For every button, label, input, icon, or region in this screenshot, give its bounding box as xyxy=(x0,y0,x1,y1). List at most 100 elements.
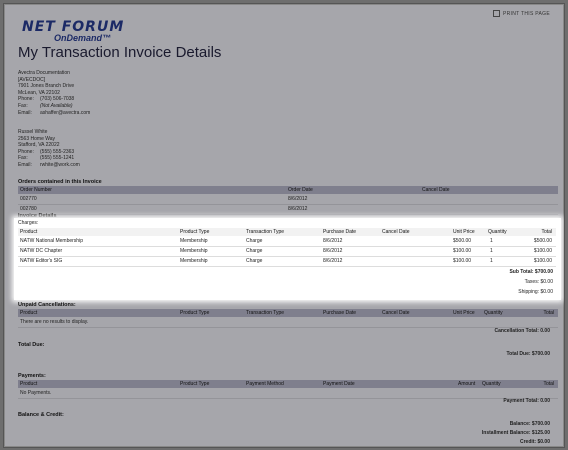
unit-price: $100.00 xyxy=(453,258,472,264)
col-transaction-type[interactable]: Transaction Type xyxy=(246,310,284,316)
orders-title: Orders contained in this Invoice xyxy=(18,179,102,185)
order-number[interactable]: 002770 xyxy=(20,196,37,202)
quantity: 1 xyxy=(490,258,493,264)
table-row: 002780 8/6/2012 xyxy=(18,205,558,215)
col-order-number[interactable]: Order Number xyxy=(20,187,52,193)
col-quantity[interactable]: Quantity xyxy=(482,381,501,387)
person-email[interactable]: rwhite@work.com xyxy=(40,162,80,168)
print-label: PRINT THIS PAGE xyxy=(502,10,550,17)
subtotal: Sub Total: $700.00 xyxy=(509,269,553,275)
col-quantity[interactable]: Quantity xyxy=(488,229,507,235)
payment-total: Payment Total: 0.00 xyxy=(503,398,550,404)
orders-header: Order Number Order Date Cancel Date xyxy=(18,186,558,194)
col-product-type[interactable]: Product Type xyxy=(180,229,209,235)
transaction-type: Charge xyxy=(246,248,263,254)
org-code: [AVECDOC] xyxy=(18,76,46,83)
col-order-date[interactable]: Order Date xyxy=(288,187,313,193)
order-date: 8/6/2012 xyxy=(288,196,308,202)
balance-title: Balance & Credit: xyxy=(18,412,64,418)
transaction-type: Charge xyxy=(246,258,263,264)
org-city: McLean, VA 22102 xyxy=(18,89,60,96)
payments-title: Payments: xyxy=(18,373,46,379)
col-cancel-date[interactable]: Cancel Date xyxy=(422,187,450,193)
netforum-logo: NET FORUM OnDemand™ xyxy=(22,20,124,43)
order-number[interactable]: 002780 xyxy=(20,206,37,212)
order-date: 8/6/2012 xyxy=(288,206,308,212)
person-phone-label: Phone: xyxy=(18,148,34,155)
due-title: Total Due: xyxy=(18,342,45,348)
col-quantity[interactable]: Quantity xyxy=(484,310,503,316)
print-link[interactable]: PRINT THIS PAGE xyxy=(492,10,550,17)
payments-header: Product Product Type Payment Method Paym… xyxy=(18,380,558,388)
person-city: Stafford, VA 22022 xyxy=(18,142,60,149)
org-address: Avectra Documentation [AVECDOC] 7901 Jon… xyxy=(18,70,90,116)
table-row: NATW National Membership Membership Char… xyxy=(18,237,556,247)
balance: Balance: $700.00 xyxy=(509,421,550,427)
empty-row: No Payments. xyxy=(18,389,558,399)
table-row: NATW Editor's SIG Membership Charge 8/6/… xyxy=(18,257,556,267)
col-total[interactable]: Total xyxy=(541,229,552,235)
invoice-details-panel: Charges: Product Product Type Transactio… xyxy=(14,218,561,300)
line-total: $100.00 xyxy=(533,258,552,264)
col-product-type[interactable]: Product Type xyxy=(180,310,209,316)
col-cancel-date[interactable]: Cancel Date xyxy=(382,310,410,316)
credit: Credit: $0.00 xyxy=(519,439,550,445)
person-street: 2563 Home Way xyxy=(18,135,56,142)
product-name: NATW National Membership xyxy=(20,238,83,244)
col-product-type[interactable]: Product Type xyxy=(180,381,209,387)
col-unit-price[interactable]: Unit Price xyxy=(453,310,475,316)
purchase-date: 8/6/2012 xyxy=(323,258,343,264)
product-type: Membership xyxy=(180,248,208,254)
empty-row: There are no results to display. xyxy=(18,318,558,328)
person-name: Russel White xyxy=(18,129,48,135)
quantity: 1 xyxy=(490,238,493,244)
cancellation-total: Cancellation Total: 0.00 xyxy=(494,328,550,334)
col-product[interactable]: Product xyxy=(20,381,37,387)
col-payment-date[interactable]: Payment Date xyxy=(323,381,355,387)
table-row: 002770 8/6/2012 xyxy=(18,195,558,205)
unit-price: $100.00 xyxy=(453,248,472,254)
product-type: Membership xyxy=(180,238,208,244)
org-phone-label: Phone: xyxy=(18,96,34,103)
logo-subtext: OnDemand™ xyxy=(54,33,112,43)
org-email[interactable]: ashaffer@avectra.com xyxy=(40,110,90,116)
col-product[interactable]: Product xyxy=(20,310,37,316)
empty-message: No Payments. xyxy=(20,390,52,396)
org-name: Avectra Documentation xyxy=(18,70,70,76)
charges-header: Product Product Type Transaction Type Pu… xyxy=(18,228,556,236)
empty-message: There are no results to display. xyxy=(20,319,89,325)
col-purchase-date[interactable]: Purchase Date xyxy=(323,310,356,316)
product-name: NATW Editor's SIG xyxy=(20,258,63,264)
col-cancel-date[interactable]: Cancel Date xyxy=(382,229,410,235)
printer-icon xyxy=(492,10,500,17)
logo-text: NET FORUM xyxy=(22,19,125,35)
col-product[interactable]: Product xyxy=(20,229,37,235)
line-total: $100.00 xyxy=(533,248,552,254)
cancellations-header: Product Product Type Transaction Type Pu… xyxy=(18,309,558,317)
quantity: 1 xyxy=(490,248,493,254)
shipping: Shipping: $0.00 xyxy=(518,289,553,295)
invoice-page: NET FORUM OnDemand™ PRINT THIS PAGE My T… xyxy=(3,3,565,448)
col-total[interactable]: Total xyxy=(543,381,554,387)
org-fax-label: Fax: xyxy=(18,102,28,109)
purchase-date: 8/6/2012 xyxy=(323,248,343,254)
col-unit-price[interactable]: Unit Price xyxy=(453,229,475,235)
person-phone: (555) 555-2363 xyxy=(40,148,75,155)
col-transaction-type[interactable]: Transaction Type xyxy=(246,229,284,235)
table-row: NATW DC Chapter Membership Charge 8/6/20… xyxy=(18,247,556,257)
line-total: $500.00 xyxy=(533,238,552,244)
col-payment-method[interactable]: Payment Method xyxy=(246,381,284,387)
installment-balance: Installment Balance: $125.00 xyxy=(481,430,550,436)
charges-label: Charges: xyxy=(18,220,39,226)
total-due: Total Due: $700.00 xyxy=(506,351,550,357)
col-amount[interactable]: Amount xyxy=(458,381,475,387)
col-total[interactable]: Total xyxy=(543,310,554,316)
person-fax: (555) 555-1241 xyxy=(40,155,75,162)
col-purchase-date[interactable]: Purchase Date xyxy=(323,229,356,235)
person-address: Russel White 2563 Home Way Stafford, VA … xyxy=(18,129,80,169)
person-email-label: Email: xyxy=(18,161,32,168)
org-email-label: Email: xyxy=(18,109,32,116)
purchase-date: 8/6/2012 xyxy=(323,238,343,244)
cancellations-title: Unpaid Cancellations: xyxy=(18,302,76,308)
product-type: Membership xyxy=(180,258,208,264)
